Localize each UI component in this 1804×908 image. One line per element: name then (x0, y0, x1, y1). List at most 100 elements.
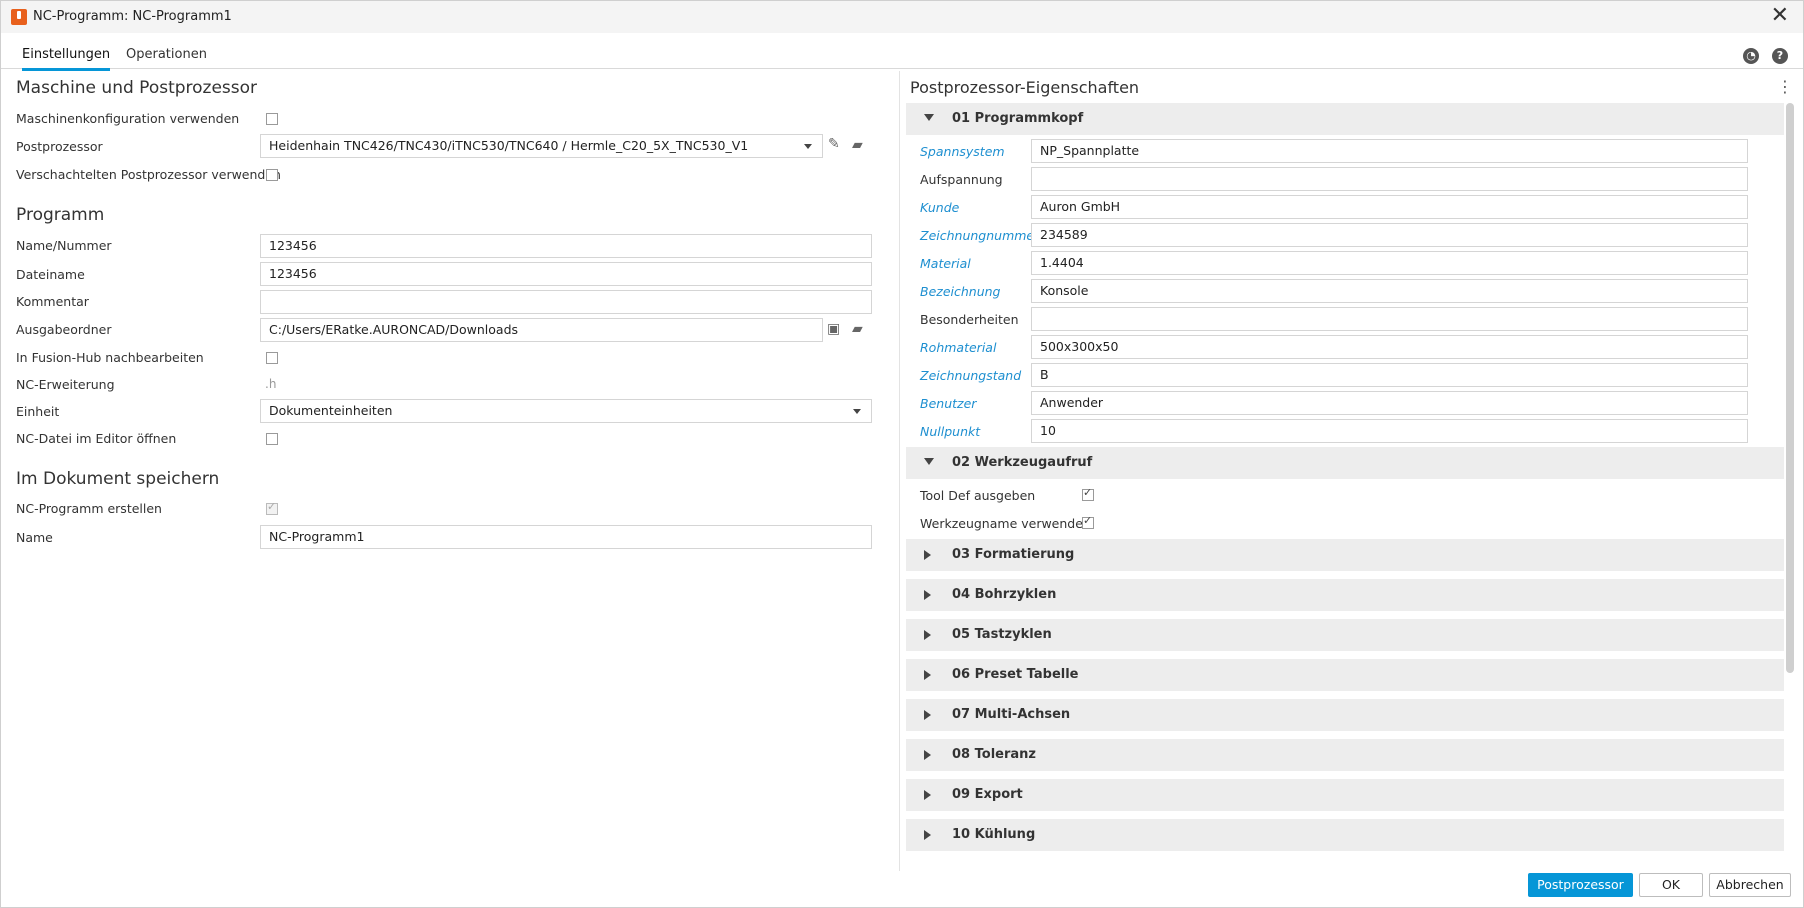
machine-config-label: Maschinenkonfiguration verwenden (16, 111, 240, 126)
prop-input-spannsystem[interactable]: NP_Spannplatte (1031, 139, 1748, 163)
group-label: 02 Werkzeugaufruf (952, 455, 1093, 470)
postprocessor-select[interactable]: Heidenhain TNC426/TNC430/iTNC530/TNC640 … (260, 134, 823, 158)
tool-name-label: Werkzeugname verwenden (920, 516, 1091, 531)
expand-arrow-icon (924, 710, 931, 720)
expand-arrow-icon (924, 830, 931, 840)
unit-label: Einheit (16, 404, 60, 419)
prop-label-aufspannung: Aufspannung (920, 172, 1003, 187)
prop-label-nullpunkt: Nullpunkt (920, 424, 981, 439)
prop-input-kunde[interactable]: Auron GmbH (1031, 195, 1748, 219)
prop-label-kunde: Kunde (920, 200, 960, 215)
output-folder-input[interactable]: C:/Users/ERatke.AURONCAD/Downloads (260, 318, 823, 342)
unit-select[interactable]: Dokumenteinheiten (260, 399, 872, 423)
group-label: 08 Toleranz (952, 747, 1036, 762)
name-number-input[interactable]: 123456 (260, 234, 872, 258)
tab-einstellungen[interactable]: Einstellungen (22, 47, 111, 71)
prop-label-zeichnungnummer: Zeichnungnummer (920, 228, 1040, 243)
nc-extension-value: .h (265, 377, 277, 391)
group-export[interactable]: 09 Export (906, 779, 1784, 811)
cancel-button[interactable]: Abbrechen (1709, 873, 1791, 897)
postprocessor-label: Postprozessor (16, 139, 103, 154)
filename-input[interactable]: 123456 (260, 262, 872, 286)
tool-def-checkbox[interactable] (1082, 486, 1094, 501)
edit-pencil-icon[interactable]: ✎ (828, 136, 840, 152)
properties-scrollbar[interactable] (1786, 103, 1794, 673)
nc-extension-label: NC-Erweiterung (16, 377, 115, 392)
prop-label-besonderheiten: Besonderheiten (920, 312, 1019, 327)
prop-input-benutzer[interactable]: Anwender (1031, 391, 1748, 415)
nested-pp-checkbox[interactable] (266, 169, 278, 181)
panel-divider (899, 71, 900, 871)
prop-input-zeichnungnummer[interactable]: 234589 (1031, 223, 1748, 247)
create-nc-checkbox (266, 500, 278, 515)
open-editor-label: NC-Datei im Editor öffnen (16, 431, 177, 446)
group-label: 10 Kühlung (952, 827, 1036, 842)
prop-input-material[interactable]: 1.4404 (1031, 251, 1748, 275)
prop-input-bezeichnung[interactable]: Konsole (1031, 279, 1748, 303)
open-folder-icon[interactable]: ▰ (852, 137, 863, 153)
expand-arrow-icon (924, 630, 931, 640)
group-label: 04 Bohrzyklen (952, 587, 1057, 602)
prop-label-spannsystem: Spannsystem (920, 144, 1005, 159)
browse-folder-icon[interactable]: ▰ (852, 321, 863, 337)
prop-label-material: Material (920, 256, 971, 271)
expand-arrow-icon (924, 670, 931, 680)
prop-label-rohmaterial: Rohmaterial (920, 340, 997, 355)
group-multi-achsen[interactable]: 07 Multi-Achsen (906, 699, 1784, 731)
prop-input-zeichnungstand[interactable]: B (1031, 363, 1748, 387)
prop-input-nullpunkt[interactable]: 10 (1031, 419, 1748, 443)
fusion-hub-label: In Fusion-Hub nachbearbeiten (16, 350, 204, 365)
tab-bar: Einstellungen Operationen (1, 43, 1803, 71)
window-title: NC-Programm: NC-Programm1 (33, 9, 232, 24)
prop-input-rohmaterial[interactable]: 500x300x50 (1031, 335, 1748, 359)
name-input[interactable]: NC-Programm1 (260, 525, 872, 549)
machine-config-checkbox[interactable] (266, 113, 278, 125)
history-icon[interactable]: ◔ (1743, 48, 1759, 64)
group-label: 06 Preset Tabelle (952, 667, 1079, 682)
group-label: 03 Formatierung (952, 547, 1075, 562)
pp-properties-title: Postprozessor-Eigenschaften (910, 78, 1140, 97)
ok-button[interactable]: OK (1639, 873, 1703, 897)
prop-input-aufspannung[interactable] (1031, 167, 1748, 191)
group-label: 01 Programmkopf (952, 111, 1084, 126)
open-editor-checkbox[interactable] (266, 433, 278, 445)
group-programmkopf[interactable]: 01 Programmkopf (906, 103, 1784, 135)
group-label: 09 Export (952, 787, 1023, 802)
section-save-title: Im Dokument speichern (16, 469, 220, 489)
group-preset-tabelle[interactable]: 06 Preset Tabelle (906, 659, 1784, 691)
fusion-hub-checkbox[interactable] (266, 352, 278, 364)
prop-input-besonderheiten[interactable] (1031, 307, 1748, 331)
group-werkzeugaufruf[interactable]: 02 Werkzeugaufruf (906, 447, 1784, 479)
group-formatierung[interactable]: 03 Formatierung (906, 539, 1784, 571)
close-icon[interactable]: ✕ (1771, 5, 1789, 27)
group-label: 05 Tastzyklen (952, 627, 1052, 642)
group-bohrzyklen[interactable]: 04 Bohrzyklen (906, 579, 1784, 611)
output-folder-label: Ausgabeordner (16, 322, 112, 337)
prop-label-benutzer: Benutzer (920, 396, 977, 411)
expand-arrow-icon (924, 790, 931, 800)
nc-program-dialog: NC-Programm: NC-Programm1 ✕ Einstellunge… (0, 0, 1804, 908)
postprocessor-button[interactable]: Postprozessor (1528, 873, 1633, 897)
group-tastzyklen[interactable]: 05 Tastzyklen (906, 619, 1784, 651)
comment-label: Kommentar (16, 294, 89, 309)
tool-name-checkbox[interactable] (1082, 514, 1094, 529)
group-toleranz[interactable]: 08 Toleranz (906, 739, 1784, 771)
prop-label-zeichnungstand: Zeichnungstand (920, 368, 1022, 383)
comment-input[interactable] (260, 290, 872, 314)
filename-label: Dateiname (16, 267, 85, 282)
title-bar: NC-Programm: NC-Programm1 ✕ (1, 1, 1803, 33)
name-number-label: Name/Nummer (16, 238, 112, 253)
section-machine-title: Maschine und Postprozessor (16, 78, 258, 98)
collapse-arrow-icon (924, 458, 934, 465)
more-options-icon[interactable]: ⋮ (1777, 77, 1793, 96)
name-label: Name (16, 530, 53, 545)
group-kuehlung[interactable]: 10 Kühlung (906, 819, 1784, 851)
folder-settings-icon[interactable]: ▣ (827, 321, 840, 337)
expand-arrow-icon (924, 550, 931, 560)
tab-operationen[interactable]: Operationen (126, 47, 207, 68)
section-program-title: Programm (16, 205, 105, 225)
help-icon[interactable]: ? (1772, 48, 1788, 64)
expand-arrow-icon (924, 750, 931, 760)
tool-def-label: Tool Def ausgeben (920, 488, 1036, 503)
nested-pp-label: Verschachtelten Postprozessor verwenden (16, 167, 281, 182)
